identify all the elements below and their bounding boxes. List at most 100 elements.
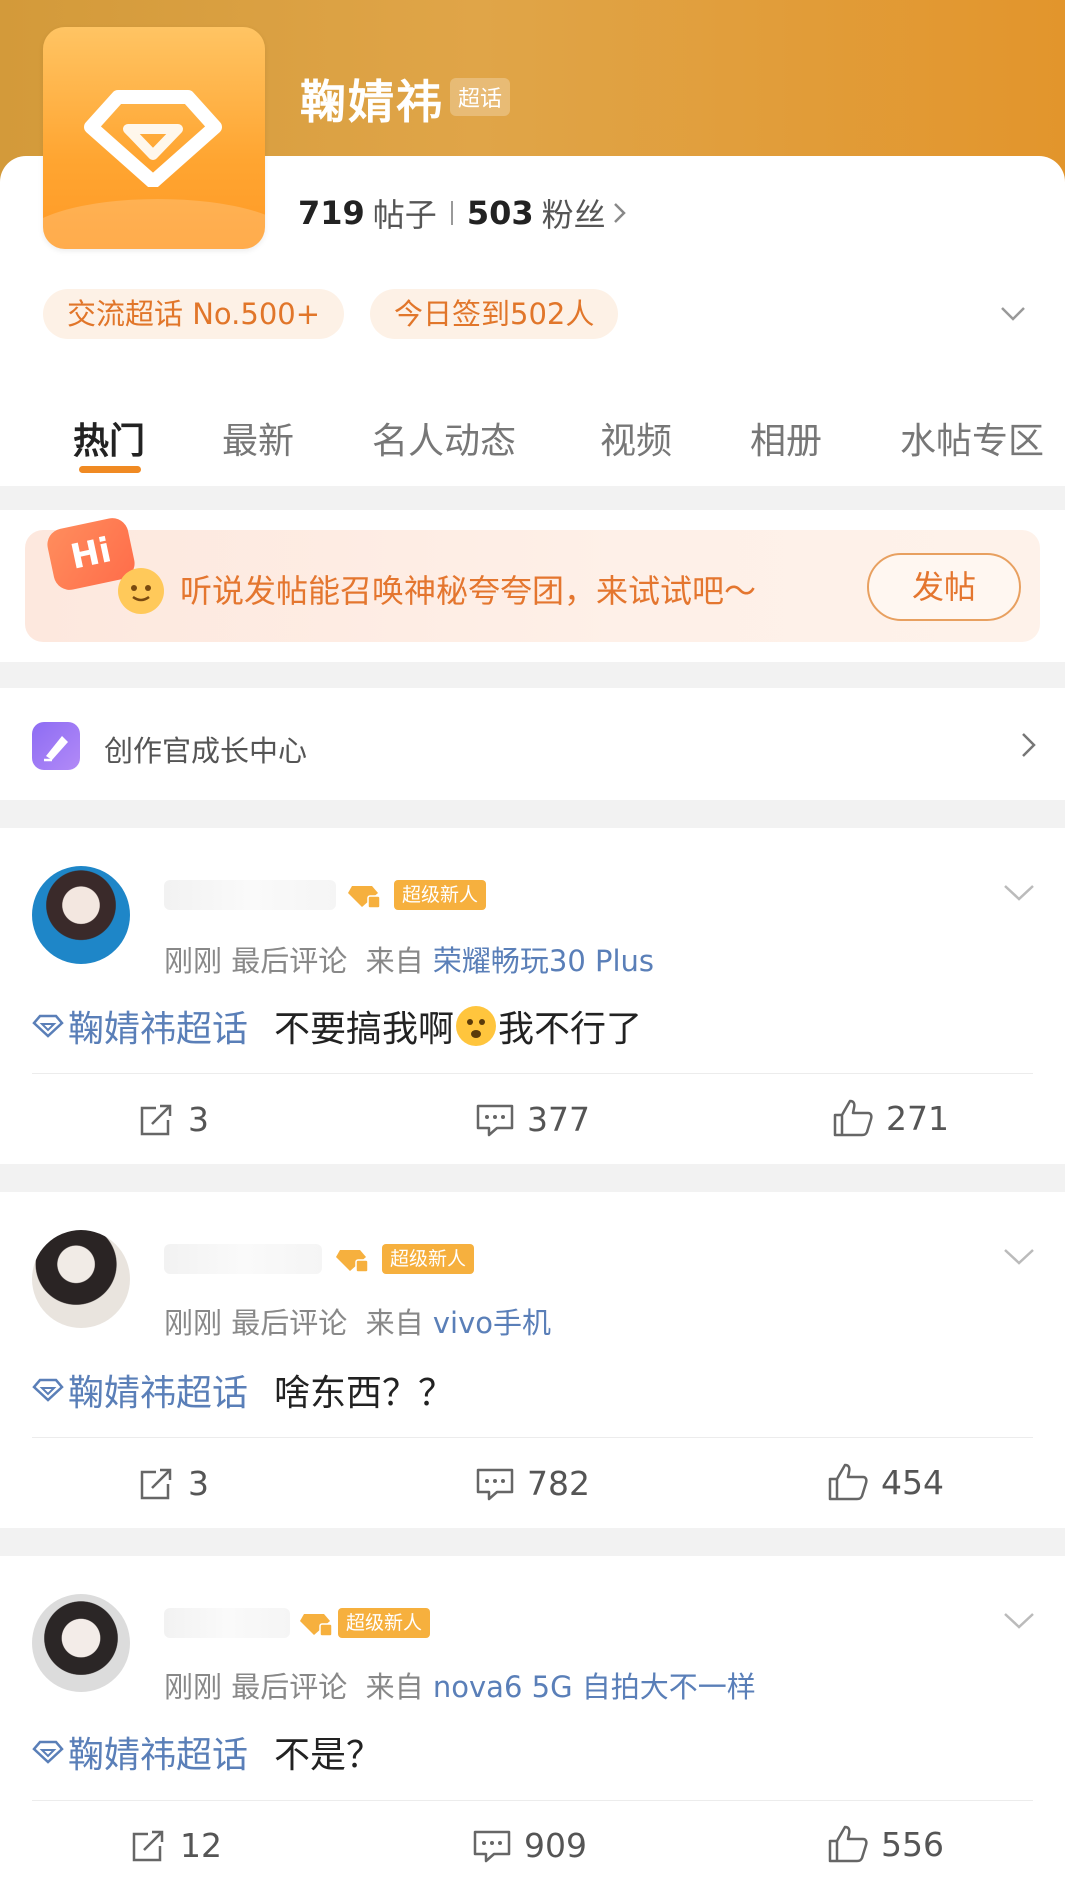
post-text: 不是？: [274, 1735, 383, 1776]
avatar[interactable]: [32, 866, 130, 964]
tab-bar: 热门 最新 名人动态 视频 相册 水帖专区: [0, 392, 1065, 482]
like-action[interactable]: 454: [827, 1462, 944, 1502]
comment-icon: [476, 1468, 514, 1500]
tab-video[interactable]: 视频: [600, 412, 672, 464]
repost-count: 3: [188, 1464, 209, 1503]
post-meta: 刚刚 最后评论 来自 nova6 5G 自拍大不一样: [164, 1664, 756, 1706]
repost-action[interactable]: 12: [130, 1826, 222, 1865]
repost-count: 12: [180, 1826, 222, 1865]
active-tab-indicator: [79, 466, 141, 473]
thumbs-up-icon: [828, 1825, 868, 1863]
repost-action[interactable]: 3: [138, 1464, 209, 1503]
topic-label: 鞠婧祎超话: [68, 1735, 249, 1776]
section-gap: [0, 1164, 1065, 1192]
username-redacted: [164, 1244, 322, 1274]
new-user-badge: 超级新人: [382, 1244, 475, 1274]
avatar[interactable]: [32, 1594, 130, 1692]
post-text: 不要搞我啊: [274, 1009, 455, 1050]
post-meta: 刚刚 最后评论 来自 荣耀畅玩30 Plus: [164, 938, 654, 980]
posts-count: 719: [298, 194, 365, 232]
post-text-continued: 我不行了: [498, 1009, 643, 1050]
fans-count: 503: [466, 194, 534, 232]
section-gap: [0, 800, 1065, 828]
topic-link[interactable]: 鞠婧祎超话: [32, 1364, 248, 1416]
post-text: 啥东西？？: [274, 1373, 455, 1414]
chevron-down-icon[interactable]: [999, 300, 1027, 328]
topic-label: 鞠婧祎超话: [68, 1009, 249, 1050]
new-user-badge: 超级新人: [394, 880, 487, 910]
post-source[interactable]: vivo手机: [433, 1306, 551, 1340]
tab-latest[interactable]: 最新: [222, 412, 294, 464]
from-label: 来自: [365, 1670, 424, 1704]
post-meta: 刚刚 最后评论 来自 vivo手机: [164, 1300, 551, 1342]
like-count: 454: [881, 1462, 944, 1502]
section-gap: [0, 662, 1065, 688]
comment-count: 909: [524, 1826, 587, 1865]
username-redacted: [164, 880, 336, 910]
comment-action[interactable]: 782: [475, 1464, 590, 1503]
section-gap: [0, 486, 1065, 510]
like-action[interactable]: 271: [832, 1098, 949, 1138]
frowning-face-icon: [456, 1006, 497, 1046]
comment-count: 782: [527, 1464, 590, 1503]
creator-center-label: 创作官成长中心: [104, 734, 308, 768]
checkin-pill[interactable]: 今日签到502人: [370, 289, 619, 339]
divider: [32, 1800, 1033, 1801]
level-badge-icon: [300, 1614, 333, 1637]
banner-text: 听说发帖能召唤神秘夸夸团，来试试吧～: [180, 572, 757, 610]
stats-row[interactable]: 719 帖子 503 粉丝: [298, 190, 630, 236]
smiley-icon: [118, 568, 164, 614]
chevron-down-icon[interactable]: [1002, 882, 1036, 904]
from-label: 来自: [365, 1306, 424, 1340]
username-redacted: [164, 1608, 290, 1638]
topic-link[interactable]: 鞠婧祎超话: [32, 1726, 248, 1778]
divider: [32, 1437, 1033, 1438]
repost-icon: [132, 1830, 164, 1861]
post-content: 鞠婧祎超话 不是？: [32, 1726, 382, 1778]
chevron-right-icon: [613, 203, 626, 223]
topic-link[interactable]: 鞠婧祎超话: [32, 1000, 248, 1052]
thumbs-up-icon: [828, 1463, 868, 1501]
diamond-icon: [32, 1740, 64, 1764]
post-button[interactable]: 发帖: [867, 553, 1021, 621]
new-user-badge: 超级新人: [338, 1608, 431, 1638]
comment-icon: [476, 1104, 514, 1136]
tab-album[interactable]: 相册: [750, 412, 822, 464]
like-count: 556: [881, 1824, 944, 1864]
stats-divider: [450, 201, 453, 225]
chevron-down-icon[interactable]: [1002, 1246, 1036, 1268]
repost-count: 3: [188, 1100, 209, 1139]
avatar[interactable]: [32, 1230, 130, 1328]
post-time: 刚刚 最后评论: [164, 1306, 348, 1340]
repost-icon: [140, 1104, 172, 1135]
comment-action[interactable]: 909: [472, 1826, 587, 1865]
rank-pill[interactable]: 交流超话 No.500+: [43, 289, 345, 339]
pen-icon: [32, 722, 80, 770]
diamond-icon: [32, 1378, 64, 1402]
topic-label: 鞠婧祎超话: [68, 1373, 249, 1414]
chevron-down-icon[interactable]: [1002, 1610, 1036, 1632]
pill-row: 交流超话 No.500+ 今日签到502人: [43, 289, 619, 339]
like-count: 271: [886, 1098, 949, 1138]
level-badge-icon: [336, 1250, 369, 1273]
post-time: 刚刚 最后评论: [164, 1670, 348, 1704]
comment-count: 377: [527, 1100, 590, 1139]
page-title: 鞠婧祎: [300, 75, 444, 129]
supertopic-logo: [43, 27, 265, 249]
supertopic-tag: 超话: [450, 78, 511, 116]
post-source[interactable]: 荣耀畅玩30 Plus: [433, 944, 654, 978]
repost-action[interactable]: 3: [138, 1100, 209, 1139]
posts-label: 帖子: [372, 196, 437, 234]
comment-icon: [473, 1830, 511, 1862]
repost-icon: [140, 1468, 172, 1499]
post-content: 鞠婧祎超话 不要搞我啊 我不行了: [32, 1000, 642, 1052]
fans-label: 粉丝: [541, 196, 606, 234]
tab-celebrity[interactable]: 名人动态: [372, 412, 516, 464]
tab-water-posts[interactable]: 水帖专区: [900, 412, 1044, 464]
comment-action[interactable]: 377: [475, 1100, 590, 1139]
post-source[interactable]: nova6 5G 自拍大不一样: [433, 1670, 756, 1704]
like-action[interactable]: 556: [827, 1824, 944, 1864]
from-label: 来自: [365, 944, 424, 978]
diamond-icon: [84, 90, 222, 187]
tab-hot[interactable]: 热门: [73, 412, 145, 464]
